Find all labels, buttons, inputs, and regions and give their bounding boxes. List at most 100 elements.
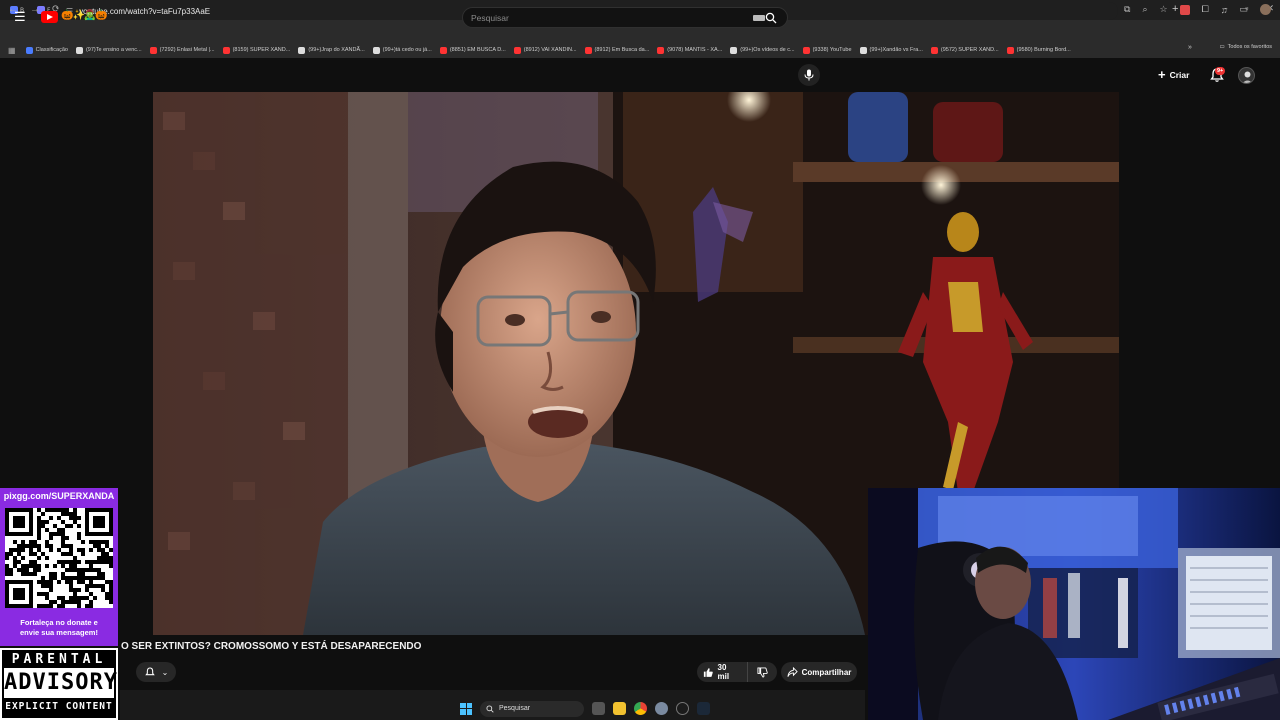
bookmark-favicon-icon [439, 46, 447, 54]
extensions-puzzle-icon[interactable]: ⧠ [1202, 4, 1209, 15]
bookmark-favicon-icon [1006, 46, 1014, 54]
bookmark-favicon-icon [730, 46, 738, 54]
parental-advisory-badge: PARENTAL ADVISORY EXPLICIT CONTENT [0, 648, 118, 720]
forward-icon[interactable]: → [30, 4, 40, 15]
bookmark-favicon-icon [802, 46, 810, 54]
extension-icon[interactable] [1179, 4, 1190, 15]
like-count: 30 mil [717, 663, 730, 681]
bookmark-favicon-icon [298, 46, 306, 54]
video-title: O SER EXTINTOS? CROMOSSOMO Y ESTÁ DESAPA… [121, 641, 422, 652]
all-favorites-folder[interactable]: ▭ Todos os favoritos [1219, 44, 1272, 50]
task-view-icon[interactable] [592, 702, 605, 715]
bookmark-label: (8159) SUPER XAND... [232, 47, 291, 53]
advisory-top-text: PARENTAL [11, 652, 107, 667]
bookmark-item[interactable]: (97)Te ensino a venc... [72, 43, 146, 57]
bookmark-favicon-icon [930, 46, 938, 54]
bookmark-item[interactable]: (8851) EM BUSCA D... [436, 43, 510, 57]
bookmark-label: (8912) VAI XANDIN... [523, 47, 577, 53]
donation-link: pixgg.com/SUPERXANDA [3, 491, 115, 501]
share-arrow-icon [787, 666, 798, 677]
qr-code [5, 508, 113, 608]
zoom-icon[interactable]: ⌕ [1142, 4, 1147, 15]
streamer-webcam [868, 488, 1280, 720]
bookmark-label: (97)Te ensino a venc... [85, 47, 142, 53]
share-button[interactable]: Compartilhar [781, 662, 857, 682]
bookmark-item[interactable]: (8159) SUPER XAND... [219, 43, 295, 57]
bookmark-favicon-icon [25, 46, 33, 54]
user-avatar[interactable] [1238, 67, 1255, 84]
bookmark-label: (9078) MANTIS - XA... [667, 47, 723, 53]
bookmark-item[interactable]: (99+)Jrap do XANDÃ... [294, 43, 368, 57]
search-icon [486, 704, 494, 713]
obs-icon[interactable] [676, 702, 689, 715]
search-icon [765, 12, 777, 23]
bookmark-label: (8912) Em Busca da... [594, 47, 650, 53]
search-box [462, 7, 788, 28]
bookmark-label: (99+)Jrap do XANDÃ... [308, 47, 365, 53]
bookmark-item[interactable]: (9338) YouTube [799, 43, 856, 57]
dislike-button[interactable] [748, 662, 777, 682]
bookmark-label: (7292) Enlasi Metal |... [159, 47, 215, 53]
bookmarks-bar: ▦ Classificação (97)Te ensino a venc... (7… [0, 42, 1280, 58]
bookmark-label: (99+)tá cedo ou já... [382, 47, 432, 53]
bookmark-item[interactable]: (99+)tá cedo ou já... [369, 43, 436, 57]
create-button[interactable]: + Criar [1152, 66, 1195, 84]
taskbar-search-label: Pesquisar [499, 705, 531, 712]
hamburger-menu-icon[interactable]: ☰ [14, 10, 26, 23]
advisory-bottom-text: EXPLICIT CONTENT [5, 701, 113, 712]
logo-doodle[interactable]: 🎃✨🧟‍♂️🎃 [61, 10, 108, 21]
donation-qr-panel: pixgg.com/SUPERXANDA Fortaleça no donate… [0, 488, 118, 646]
bookmark-item[interactable]: (9078) MANTIS - XA... [653, 43, 726, 57]
chevron-down-icon: ⌄ [161, 667, 169, 677]
bookmark-item[interactable]: (8912) Em Busca da... [581, 43, 654, 57]
bookmark-item[interactable]: (9572) SUPER XAND... [927, 43, 1003, 57]
bell-icon [144, 667, 155, 676]
plus-icon: + [1158, 67, 1166, 82]
bookmark-item[interactable]: (7292) Enlasi Metal |... [146, 43, 219, 57]
donation-caption-line-2: envie sua mensagem! [20, 628, 98, 637]
windows-start-icon[interactable] [460, 702, 472, 715]
media-controls-icon[interactable]: ♫ [1221, 5, 1228, 15]
bookmark-favicon-icon [513, 46, 521, 54]
notification-count-badge: 9+ [1215, 67, 1226, 75]
bookmark-item[interactable]: (9580) Burning Bord... [1003, 43, 1075, 57]
bookmark-item[interactable]: Classificação [22, 43, 72, 57]
bookmark-favicon-icon [584, 46, 592, 54]
donation-caption-line-1: Fortaleça no donate e [20, 618, 98, 627]
search-input[interactable] [463, 8, 753, 27]
bookmark-star-icon[interactable]: ☆ [1159, 4, 1167, 15]
bookmark-label: (99+)Xandão vs Fra... [869, 47, 923, 53]
thumbs-down-icon [757, 666, 768, 678]
bookmark-item[interactable]: (8912) VAI XANDIN... [510, 43, 581, 57]
donation-caption: Fortaleça no donate e envie sua mensagem… [0, 618, 118, 638]
install-app-icon[interactable]: ⧉ [1124, 4, 1130, 15]
share-label: Compartilhar [801, 667, 852, 677]
profile-avatar[interactable] [1260, 4, 1272, 15]
steam-icon[interactable] [697, 702, 710, 715]
settings-gear-icon[interactable] [655, 702, 668, 715]
like-button[interactable]: 30 mil [697, 662, 749, 682]
thumbs-up-icon [703, 667, 713, 677]
advisory-middle-text: ADVISORY [4, 668, 117, 698]
bookmark-label: (9572) SUPER XAND... [940, 47, 999, 53]
like-dislike-group: 30 mil [697, 662, 777, 682]
subscription-notifications-button[interactable]: ⌄ [136, 662, 176, 682]
search-button[interactable] [755, 8, 787, 27]
bookmark-favicon-icon [75, 46, 83, 54]
youtube-header [0, 58, 1280, 92]
voice-search-button[interactable] [798, 64, 820, 86]
bookmark-favicon-icon [859, 46, 867, 54]
bookmark-item[interactable]: (99+)Os vídeos de c... [726, 43, 798, 57]
bookmark-favicon-icon [657, 46, 665, 54]
file-explorer-icon[interactable] [613, 702, 626, 715]
bookmark-label: (9338) YouTube [812, 47, 852, 53]
youtube-logo[interactable] [41, 11, 58, 23]
apps-grid-icon[interactable]: ▦ [8, 46, 16, 55]
taskbar-search[interactable]: Pesquisar [480, 700, 584, 717]
windows-taskbar: Pesquisar [460, 697, 780, 720]
bookmark-item[interactable]: (99+)Xandão vs Fra... [856, 43, 927, 57]
side-panel-icon[interactable]: ▭ [1240, 4, 1249, 15]
chrome-icon[interactable] [634, 702, 647, 715]
more-bookmarks-icon[interactable]: » [1188, 44, 1192, 51]
bookmark-label: (8851) EM BUSCA D... [449, 47, 506, 53]
